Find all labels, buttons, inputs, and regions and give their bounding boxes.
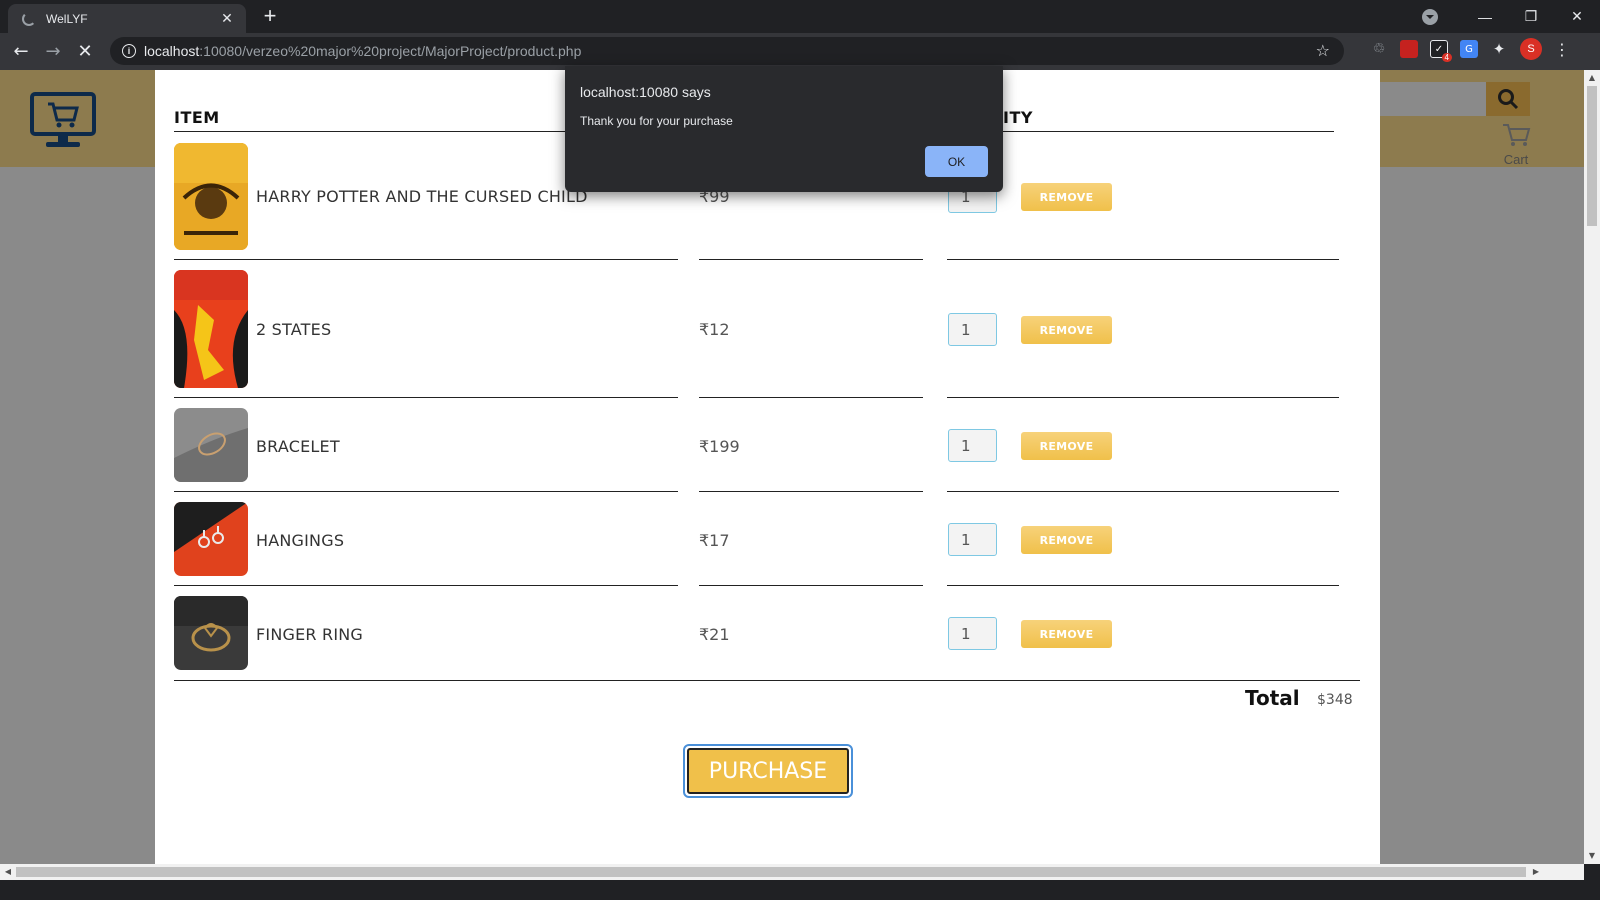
dialog-title: localhost:10080 says (580, 84, 711, 100)
url-path: :10080/verzeo%20major%20project/MajorPro… (199, 43, 582, 59)
cart-link[interactable]: Cart (1496, 122, 1536, 167)
restore-button[interactable]: ❐ (1508, 0, 1554, 33)
new-tab-button[interactable]: + (258, 5, 282, 29)
url-host: localhost (144, 43, 200, 59)
quantity-input[interactable] (948, 617, 997, 650)
product-thumbnail (174, 408, 248, 482)
item-price: ₹199 (699, 437, 740, 456)
back-arrow-icon[interactable]: ← (8, 38, 34, 64)
cart-icon (1503, 124, 1531, 146)
remove-button[interactable]: REMOVE (1021, 183, 1112, 211)
item-name: 2 STATES (256, 320, 332, 339)
todo-extension-icon[interactable]: ✓ 4 (1430, 40, 1452, 62)
item-name: HARRY POTTER AND THE CURSED CHILD (256, 187, 588, 206)
row-divider (174, 491, 678, 492)
shop-monitor-cart-logo-icon[interactable] (30, 92, 96, 150)
address-bar[interactable]: i localhost:10080/verzeo%20major%20proje… (110, 37, 1344, 65)
extension-badge: 4 (1441, 53, 1452, 62)
scroll-up-arrow-icon[interactable]: ▲ (1584, 70, 1600, 86)
close-tab-icon[interactable]: ✕ (218, 11, 236, 27)
item-name: BRACELET (256, 437, 340, 456)
forward-arrow-icon[interactable]: → (40, 38, 66, 64)
product-thumbnail (174, 596, 248, 670)
item-price: ₹12 (699, 320, 730, 339)
column-header-item: ITEM (174, 108, 220, 127)
total-label: Total (1245, 686, 1300, 710)
row-divider (947, 259, 1339, 260)
search-button[interactable] (1486, 82, 1530, 116)
product-thumbnail (174, 143, 248, 250)
row-divider (947, 585, 1339, 586)
tab-title: WelLYF (46, 11, 88, 26)
remove-button[interactable]: REMOVE (1021, 620, 1112, 648)
total-value: $348 (1317, 692, 1353, 708)
dialog-ok-button[interactable]: OK (925, 146, 988, 177)
pdf-extension-icon[interactable] (1400, 40, 1418, 58)
horizontal-scrollbar[interactable]: ◀ ▶ (0, 864, 1584, 880)
product-thumbnail (174, 502, 248, 576)
row-divider (699, 259, 923, 260)
item-name: FINGER RING (256, 625, 364, 644)
scroll-down-arrow-icon[interactable]: ▼ (1584, 848, 1600, 864)
column-header-quantity: ITY (1003, 108, 1033, 127)
scroll-right-arrow-icon[interactable]: ▶ (1528, 864, 1544, 880)
total-divider (174, 680, 1360, 681)
row-divider (699, 585, 923, 586)
row-divider (174, 397, 678, 398)
recycle-extension-icon[interactable]: ♲ (1370, 40, 1388, 58)
scroll-left-arrow-icon[interactable]: ◀ (0, 864, 16, 880)
close-window-button[interactable]: ✕ (1554, 0, 1600, 33)
vertical-scroll-thumb[interactable] (1587, 86, 1597, 226)
row-divider (947, 491, 1339, 492)
site-info-icon[interactable]: i (122, 44, 136, 58)
browser-tab-bar: WelLYF ✕ + — ❐ ✕ (0, 0, 1600, 33)
extensions-area: ♲ ✓ 4 G ✦ S ⋮ (1370, 38, 1570, 62)
purchase-focus-ring: PURCHASE (683, 744, 853, 798)
translate-extension-icon[interactable]: G (1460, 40, 1478, 58)
cart-label: Cart (1503, 152, 1529, 167)
row-divider (699, 491, 923, 492)
item-price: ₹17 (699, 531, 730, 550)
search-input[interactable] (1380, 82, 1486, 116)
stop-loading-icon[interactable]: ✕ (72, 38, 98, 64)
item-price: ₹21 (699, 625, 730, 644)
row-divider (947, 397, 1339, 398)
row-divider (174, 585, 678, 586)
item-name: HANGINGS (256, 531, 345, 550)
tab-search-icon[interactable] (1422, 8, 1438, 25)
bottom-strip (0, 880, 1600, 900)
puzzle-extensions-icon[interactable]: ✦ (1490, 40, 1508, 58)
vertical-scrollbar[interactable]: ▲ ▼ (1584, 70, 1600, 864)
row-divider (174, 259, 678, 260)
browser-menu-icon[interactable]: ⋮ (1554, 40, 1570, 59)
purchase-button[interactable]: PURCHASE (687, 748, 849, 794)
quantity-input[interactable] (948, 523, 997, 556)
profile-avatar[interactable]: S (1520, 38, 1542, 60)
quantity-input[interactable] (948, 429, 997, 462)
remove-button[interactable]: REMOVE (1021, 432, 1112, 460)
bookmark-star-icon[interactable]: ☆ (1316, 41, 1330, 60)
browser-toolbar: ← → ✕ i localhost:10080/verzeo%20major%2… (0, 33, 1600, 70)
remove-button[interactable]: REMOVE (1021, 316, 1112, 344)
product-thumbnail (174, 270, 248, 388)
minimize-button[interactable]: — (1462, 0, 1508, 33)
dialog-message: Thank you for your purchase (580, 114, 733, 128)
row-divider (699, 397, 923, 398)
search-icon (1498, 89, 1519, 110)
remove-button[interactable]: REMOVE (1021, 526, 1112, 554)
horizontal-scroll-thumb[interactable] (16, 867, 1526, 877)
alert-dialog: localhost:10080 says Thank you for your … (565, 66, 1003, 192)
loading-spinner-icon (22, 11, 36, 26)
quantity-input[interactable] (948, 313, 997, 346)
browser-tab[interactable]: WelLYF ✕ (8, 4, 246, 33)
